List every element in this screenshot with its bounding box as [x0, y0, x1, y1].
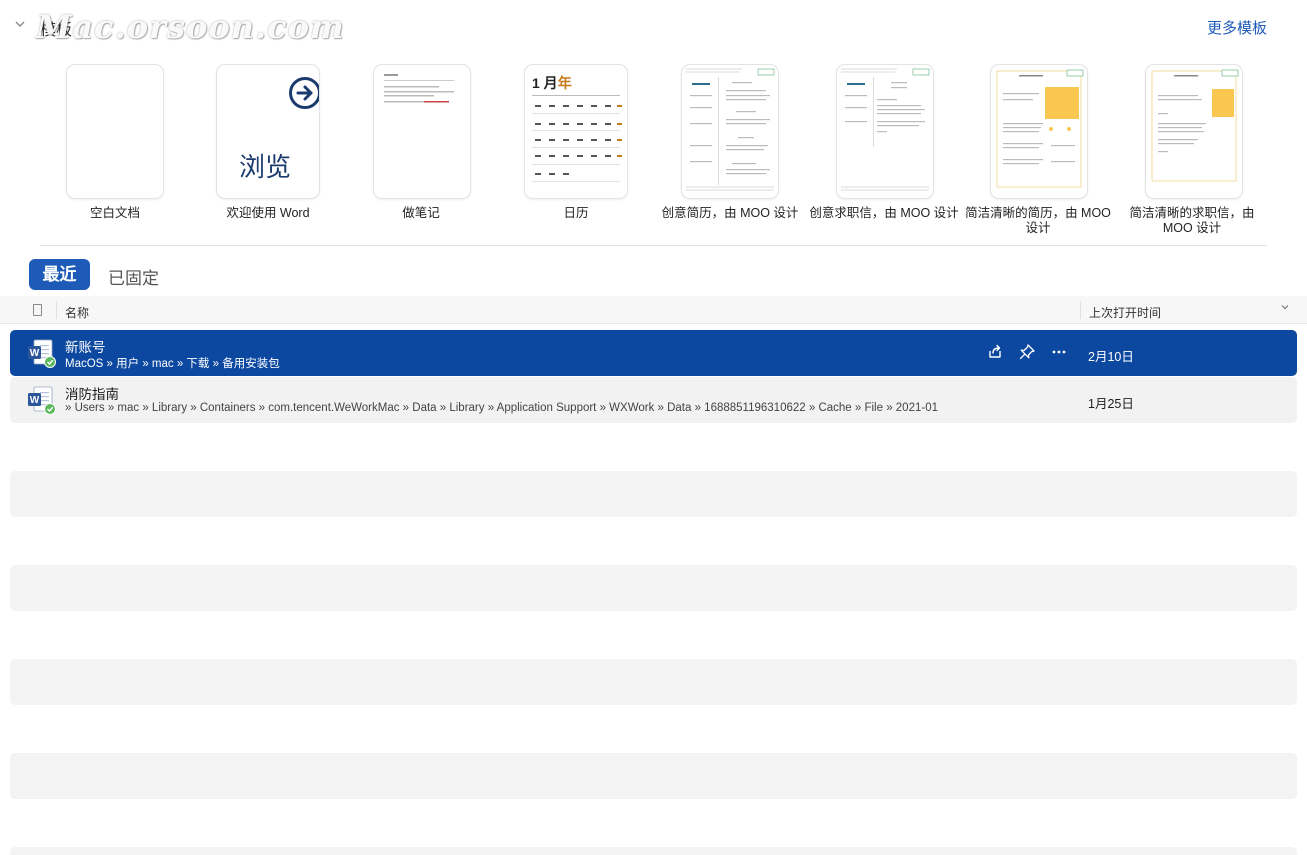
file-name: 消防指南: [65, 387, 119, 402]
file-last-opened: 1月25日: [1088, 397, 1134, 411]
document-icon: [33, 304, 42, 316]
template-thumbnail[interactable]: [67, 65, 163, 198]
watermark: Mac.orsoon.com: [36, 8, 345, 46]
column-name-header[interactable]: 名称: [65, 304, 89, 321]
word-document-icon: W: [27, 339, 57, 369]
template-thumbnail[interactable]: [837, 65, 933, 198]
file-path: MacOS » 用户 » mac » 下载 » 备用安装包: [65, 358, 280, 370]
more-icon[interactable]: [1049, 343, 1069, 363]
template-label: 简洁清晰的简历，由 MOO 设计: [965, 206, 1111, 235]
file-list-header: 名称 上次打开时间: [0, 296, 1307, 324]
empty-list-row: [10, 471, 1297, 517]
template-thumbnail[interactable]: 1 月年: [525, 65, 627, 198]
svg-text:W: W: [30, 395, 40, 406]
template-thumbnail[interactable]: [1146, 65, 1242, 198]
empty-list-row: [10, 659, 1297, 705]
column-separator: [56, 301, 57, 319]
chevron-down-icon[interactable]: [14, 18, 28, 32]
section-divider: [40, 245, 1267, 246]
empty-list-row: [10, 847, 1297, 855]
arrow-right-icon: [289, 77, 319, 109]
pin-icon[interactable]: [1017, 343, 1037, 363]
template-label: 日历: [563, 206, 589, 220]
template-label: 空白文档: [89, 206, 140, 220]
template-label: 做笔记: [402, 206, 440, 220]
sort-chevron-icon[interactable]: [1280, 302, 1290, 315]
template-thumbnail[interactable]: [374, 65, 470, 198]
empty-list-row: [10, 753, 1297, 799]
more-templates-link[interactable]: 更多模板: [1207, 17, 1267, 38]
tab-recent[interactable]: 最近: [29, 259, 90, 290]
template-label: 欢迎使用 Word: [226, 206, 310, 220]
column-separator: [1080, 301, 1081, 319]
file-row[interactable]: W 消防指南 » Users » mac » Library » Contain…: [10, 377, 1297, 423]
template-label: 创意简历，由 MOO 设计: [661, 206, 799, 220]
file-last-opened: 2月10日: [1088, 350, 1134, 364]
column-date-header[interactable]: 上次打开时间: [1089, 304, 1161, 321]
template-thumbnail[interactable]: 浏览: [217, 65, 319, 198]
template-label: 创意求职信，由 MOO 设计: [809, 206, 959, 220]
empty-list-row: [10, 565, 1297, 611]
template-label: 简洁清晰的求职信，由 MOO 设计: [1129, 206, 1255, 235]
template-thumbnail[interactable]: [682, 65, 778, 198]
word-document-icon: W: [27, 386, 57, 416]
svg-text:W: W: [30, 348, 40, 359]
template-gallery: 空白文档 浏览 欢迎使用 Word 做笔记 1 月年 日历 创意简历，由 MOO…: [40, 65, 1270, 245]
file-path: » Users » mac » Library » Containers » c…: [65, 402, 938, 414]
share-icon[interactable]: [985, 343, 1005, 363]
template-thumbnail[interactable]: [991, 65, 1087, 198]
file-name: 新账号: [65, 340, 106, 355]
tab-pinned[interactable]: 已固定: [108, 264, 159, 289]
browse-text: 浏览: [239, 152, 292, 182]
file-row[interactable]: W 新账号 MacOS » 用户 » mac » 下载 » 备用安装包 2月10…: [10, 330, 1297, 376]
